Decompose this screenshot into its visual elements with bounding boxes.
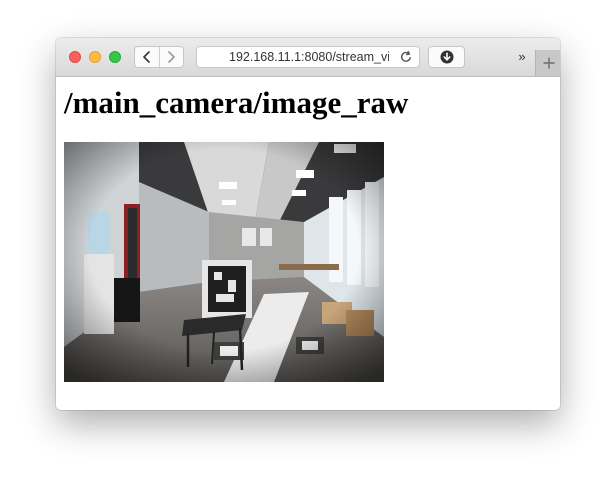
minimize-window-button[interactable] <box>89 51 101 63</box>
toolbar-overflow-button[interactable]: » <box>514 48 530 66</box>
address-bar[interactable]: 192.168.11.1:8080/stream_viewer?topic=/m… <box>196 46 420 68</box>
new-tab-button[interactable] <box>535 50 560 76</box>
plus-icon <box>543 57 554 69</box>
back-button[interactable] <box>135 47 159 67</box>
navigation-buttons <box>134 46 184 68</box>
reload-icon[interactable] <box>399 50 413 64</box>
page-title: /main_camera/image_raw <box>64 85 409 120</box>
close-window-button[interactable] <box>69 51 81 63</box>
address-url: 192.168.11.1:8080/stream_viewer?topic=/m… <box>229 50 389 64</box>
chevron-right-icon <box>168 51 176 63</box>
browser-toolbar: 192.168.11.1:8080/stream_viewer?topic=/m… <box>56 38 560 77</box>
maximize-window-button[interactable] <box>109 51 121 63</box>
forward-button[interactable] <box>158 47 184 67</box>
page-content: /main_camera/image_raw <box>56 77 560 410</box>
chevron-left-icon <box>142 51 150 63</box>
browser-window: 192.168.11.1:8080/stream_viewer?topic=/m… <box>56 38 560 410</box>
camera-stream-image <box>64 142 384 382</box>
downloads-button[interactable] <box>428 46 465 68</box>
double-chevron-icon: » <box>518 49 526 64</box>
download-icon <box>440 50 453 64</box>
camera-frame-illustration <box>64 142 384 382</box>
